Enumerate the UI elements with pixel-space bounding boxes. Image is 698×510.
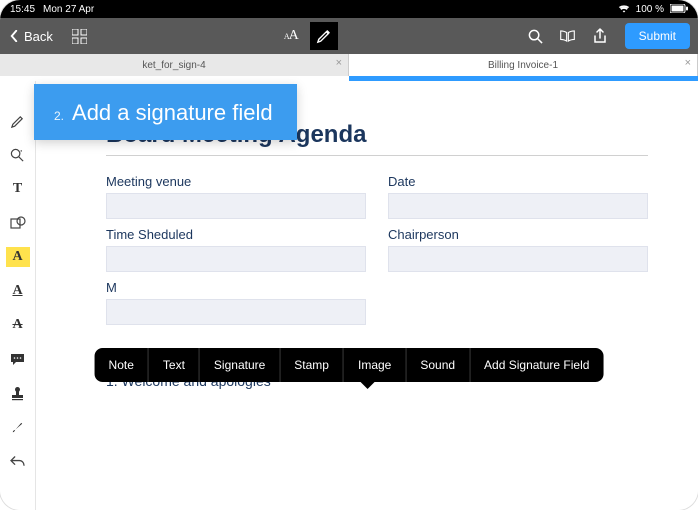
menu-item-signature[interactable]: Signature <box>200 348 280 382</box>
book-icon <box>559 29 576 43</box>
chevron-left-icon <box>8 30 20 42</box>
magnifier-icon <box>10 148 25 163</box>
tab-label: Billing Invoice-1 <box>488 60 558 71</box>
stamp-tool[interactable] <box>6 383 30 403</box>
field-input[interactable] <box>388 193 648 219</box>
thumbnails-button[interactable] <box>67 23 93 49</box>
field-time-scheduled: Time Sheduled <box>106 227 366 272</box>
menu-item-sound[interactable]: Sound <box>406 348 470 382</box>
back-button[interactable]: Back <box>8 29 53 44</box>
field-input[interactable] <box>106 299 366 325</box>
text-size-button[interactable]: AA <box>278 23 304 49</box>
search-icon <box>528 29 543 44</box>
annotate-button[interactable] <box>310 22 338 50</box>
share-button[interactable] <box>587 23 613 49</box>
comment-icon <box>10 353 25 366</box>
back-label: Back <box>24 29 53 44</box>
menu-item-stamp[interactable]: Stamp <box>280 348 344 382</box>
pen-icon <box>10 114 25 129</box>
shape-icon <box>10 216 26 230</box>
tab-label: ket_for_sign-4 <box>142 60 205 71</box>
share-icon <box>593 28 607 44</box>
field-input[interactable] <box>388 246 648 272</box>
document-canvas[interactable]: Board Meeting Agenda Meeting venue Date … <box>36 81 698 510</box>
field-label: Date <box>388 174 648 189</box>
field-input[interactable] <box>106 246 366 272</box>
field-chairperson: Chairperson <box>388 227 648 272</box>
grid-icon <box>72 29 87 44</box>
brush-icon <box>10 420 25 435</box>
tab-strip: ket_for_sign-4 × Billing Invoice-1 × <box>0 54 698 76</box>
inspect-tool[interactable] <box>6 145 30 165</box>
annotation-toolbar: T A A A <box>0 81 36 510</box>
field-date: Date <box>388 174 648 219</box>
undo-icon <box>10 455 25 468</box>
battery-percentage: 100 % <box>636 4 664 15</box>
pencil-icon <box>316 29 331 44</box>
menu-item-add-signature-field[interactable]: Add Signature Field <box>470 348 603 382</box>
tutorial-callout: 2. Add a signature field <box>34 84 297 140</box>
underline-tool[interactable]: A <box>6 281 30 301</box>
brush-tool[interactable] <box>6 417 30 437</box>
document-tab-2[interactable]: Billing Invoice-1 × <box>349 54 698 76</box>
field-label: Meeting venue <box>106 174 366 189</box>
close-tab-icon[interactable]: × <box>336 57 342 69</box>
battery-icon <box>670 4 688 15</box>
close-tab-icon[interactable]: × <box>685 57 691 69</box>
stamp-icon <box>11 386 24 401</box>
status-date: Mon 27 Apr <box>43 4 94 15</box>
ipad-status-bar: 15:45 Mon 27 Apr 100 % <box>0 0 698 18</box>
text-tool[interactable]: T <box>6 179 30 199</box>
comment-tool[interactable] <box>6 349 30 369</box>
field-label: M <box>106 280 366 295</box>
shape-tool[interactable] <box>6 213 30 233</box>
wifi-icon <box>618 4 630 15</box>
undo-tool[interactable] <box>6 451 30 471</box>
callout-text: Add a signature field <box>72 100 273 126</box>
menu-item-text[interactable]: Text <box>149 348 200 382</box>
callout-step-number: 2. <box>54 109 64 123</box>
bookmarks-button[interactable] <box>555 23 581 49</box>
field-label: Chairperson <box>388 227 648 242</box>
field-label: Time Sheduled <box>106 227 366 242</box>
field-minutes-by: M <box>106 280 366 325</box>
annotation-context-menu: Note Text Signature Stamp Image Sound Ad… <box>95 348 604 382</box>
status-time: 15:45 <box>10 4 35 15</box>
document-tab-1[interactable]: ket_for_sign-4 × <box>0 54 349 76</box>
draw-tool[interactable] <box>6 111 30 131</box>
highlight-tool[interactable]: A <box>6 247 30 267</box>
search-button[interactable] <box>523 23 549 49</box>
app-top-bar: Back AA Submit <box>0 18 698 54</box>
menu-item-image[interactable]: Image <box>344 348 406 382</box>
strikethrough-tool[interactable]: A <box>6 315 30 335</box>
submit-button[interactable]: Submit <box>625 23 690 49</box>
field-input[interactable] <box>106 193 366 219</box>
field-meeting-venue: Meeting venue <box>106 174 366 219</box>
menu-item-note[interactable]: Note <box>95 348 149 382</box>
title-divider <box>106 155 648 156</box>
